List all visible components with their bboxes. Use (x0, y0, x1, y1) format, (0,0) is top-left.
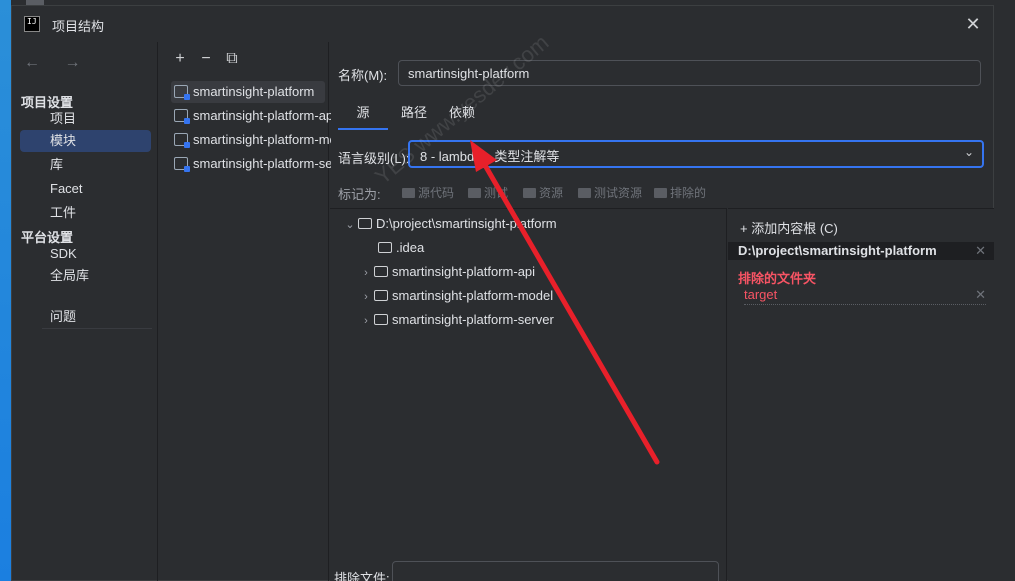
exclude-files-input[interactable] (392, 561, 719, 581)
module-icon (174, 133, 190, 148)
content-root-path[interactable]: D:\project\smartinsight-platform ✕ (728, 242, 994, 260)
folder-icon (402, 188, 415, 198)
title-bar: IJ 项目结构 ✕ (12, 6, 993, 42)
nav-item-problems[interactable]: 问题 (20, 306, 151, 328)
folder-icon (578, 188, 591, 198)
module-icon (174, 109, 190, 124)
module-settings: 名称(M): 源 路径 依赖 语言级别(L): 8 - lambda、类型注解等… (330, 42, 994, 581)
close-icon[interactable]: ✕ (975, 287, 986, 303)
excluded-folder-item[interactable]: target ✕ (744, 287, 986, 305)
module-list-panel: + − ⧉ smartinsight-platform smartinsight-p… (159, 42, 331, 581)
folder-icon (374, 314, 388, 325)
nav-item-facets[interactable]: Facet (20, 178, 151, 200)
intellij-icon: IJ (24, 16, 40, 32)
language-level-label: 语言级别(L): (338, 151, 410, 166)
module-toolbar: + − ⧉ (167, 50, 245, 68)
folder-icon (378, 242, 392, 253)
language-level-select[interactable]: 8 - lambda、类型注解等 ⌄ (408, 140, 984, 168)
tree-item-api[interactable]: › smartinsight-platform-api (358, 261, 535, 283)
settings-nav: ← → 项目设置 项目 模块 库 Facet 工件 平台设置 SDK 全局库 问… (12, 42, 158, 581)
mark-tests-button[interactable]: 测试 (468, 184, 508, 201)
add-icon: + (740, 221, 752, 236)
language-level-value: 8 - lambda、类型注解等 (420, 149, 560, 164)
name-label: 名称(M): (338, 68, 388, 83)
chevron-down-icon[interactable]: ⌄ (342, 214, 358, 236)
nav-item-artifacts[interactable]: 工件 (20, 202, 151, 224)
chevron-right-icon[interactable]: › (358, 262, 374, 284)
mark-excluded-button[interactable]: 排除的 (654, 184, 706, 201)
tab-sources[interactable]: 源 (338, 102, 388, 130)
desktop-edge (0, 0, 11, 581)
tree-item-model[interactable]: › smartinsight-platform-model (358, 285, 553, 307)
tree-item-server[interactable]: › smartinsight-platform-server (358, 309, 554, 331)
close-icon[interactable]: ✕ (963, 14, 983, 34)
nav-item-sdk[interactable]: SDK (20, 243, 151, 265)
folder-icon (523, 188, 536, 198)
module-icon (174, 85, 190, 100)
project-structure-dialog: IJ 项目结构 ✕ ← → 项目设置 项目 模块 库 Facet 工件 平台设置… (11, 5, 994, 581)
excluded-folders-title: 排除的文件夹 (738, 271, 817, 286)
background-window-strip-right (994, 0, 1015, 581)
folder-icon (654, 188, 667, 198)
source-folder-tree: ⌄ D:\project\smartinsight-platform .idea … (330, 208, 727, 581)
chevron-right-icon[interactable]: › (358, 310, 374, 332)
module-item[interactable]: smartinsight-platform (171, 81, 325, 103)
mark-test-resources-button[interactable]: 测试资源 (578, 184, 642, 201)
module-icon (174, 157, 190, 172)
mark-as-label: 标记为: (338, 187, 381, 202)
chevron-down-icon: ⌄ (963, 145, 974, 159)
nav-item-project[interactable]: 项目 (20, 108, 151, 130)
chevron-right-icon[interactable]: › (358, 286, 374, 308)
module-name-input[interactable] (398, 60, 981, 86)
content-roots-panel: + 添加内容根 (C) D:\project\smartinsight-plat… (728, 208, 994, 581)
folder-icon (374, 290, 388, 301)
exclude-files-label: 排除文件: (334, 571, 390, 581)
folder-icon (358, 218, 372, 229)
folder-icon (468, 188, 481, 198)
module-item[interactable]: smartinsight-platform-server (171, 153, 331, 175)
nav-item-global-libraries[interactable]: 全局库 (20, 265, 151, 287)
add-content-root-button[interactable]: + 添加内容根 (C) (740, 218, 838, 237)
nav-item-modules[interactable]: 模块 (20, 130, 151, 152)
module-item[interactable]: smartinsight-platform-model (171, 129, 331, 151)
tree-root[interactable]: ⌄ D:\project\smartinsight-platform (342, 213, 556, 236)
nav-separator (42, 328, 152, 329)
close-icon[interactable]: ✕ (975, 242, 986, 260)
tree-item-idea[interactable]: .idea (378, 237, 424, 259)
copy-icon[interactable]: ⧉ (219, 50, 245, 68)
mark-resources-button[interactable]: 资源 (523, 184, 563, 201)
add-icon[interactable]: + (167, 50, 193, 68)
nav-item-libraries[interactable]: 库 (20, 154, 151, 176)
dialog-title: 项目结构 (52, 19, 105, 34)
module-item[interactable]: smartinsight-platform-api (171, 105, 331, 127)
mark-sources-button[interactable]: 源代码 (402, 184, 454, 201)
remove-icon[interactable]: − (193, 50, 219, 68)
back-forward-icon[interactable]: ← → (24, 54, 90, 72)
tab-dependencies[interactable]: 依赖 (442, 102, 482, 130)
tab-paths[interactable]: 路径 (394, 102, 434, 130)
folder-icon (374, 266, 388, 277)
